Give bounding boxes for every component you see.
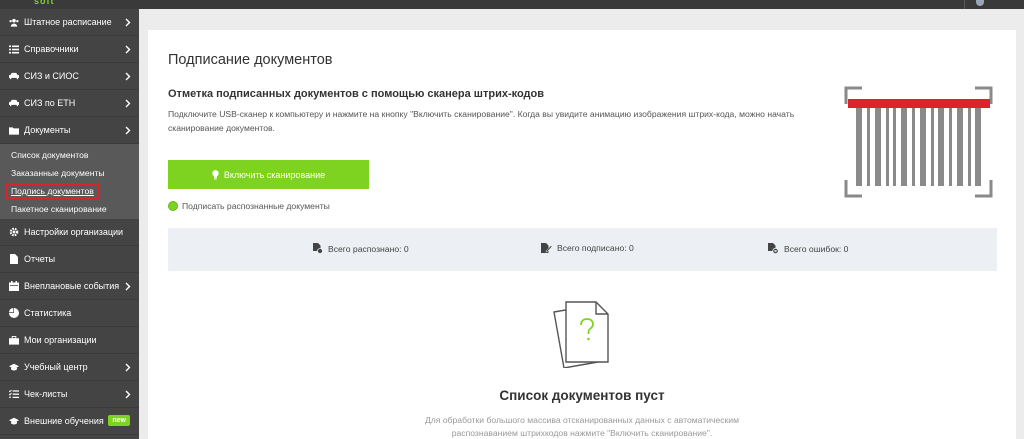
page-title: Подписание документов <box>168 52 333 68</box>
topbar-divider <box>964 0 965 9</box>
sign-recognized-checkbox[interactable] <box>168 201 178 211</box>
sidebar-item-label: Мои организации <box>24 335 97 345</box>
submenu-item-document-list[interactable]: Список документов <box>0 146 139 164</box>
submenu-item-batch-scanning[interactable]: Пакетное сканирование <box>0 200 139 218</box>
sidebar-item-label: СИЗ и СИОС <box>24 71 79 81</box>
new-badge: new <box>108 415 130 426</box>
sidebar-item-label: Внеплановые события <box>24 281 120 291</box>
stat-signed: Всего подписано: 0 <box>541 243 634 253</box>
sidebar-item-staff-schedule[interactable]: Штатное расписание <box>0 9 139 36</box>
sidebar-item-my-organizations[interactable]: Мои организации <box>0 327 139 354</box>
empty-state-description: Для обработки большого массива отсканиро… <box>424 415 740 438</box>
users-icon <box>9 17 19 27</box>
chevron-right-icon <box>123 124 133 136</box>
graduation-cap-icon <box>9 416 19 426</box>
sidebar-item-training-center[interactable]: Учебный центр <box>0 354 139 381</box>
stat-errors: Всего ошибок: 0 <box>768 243 848 254</box>
chevron-right-icon <box>123 361 133 373</box>
user-icon[interactable] <box>976 0 984 6</box>
list-icon <box>9 44 19 54</box>
document-search-icon <box>313 243 323 254</box>
chevron-right-icon <box>123 43 133 55</box>
sidebar-item-label: Учебный центр <box>24 362 88 372</box>
gear-icon <box>9 227 19 237</box>
section-title: Отметка подписанных документов с помощью… <box>168 88 545 100</box>
sidebar-item-label: Чек-листы <box>24 389 68 399</box>
sidebar: Штатное расписание Справочники СИЗ и СИО… <box>0 9 139 439</box>
chevron-right-icon <box>123 97 133 109</box>
document-icon <box>9 254 19 264</box>
sidebar-item-statistics[interactable]: Статистика <box>0 300 139 327</box>
document-error-icon <box>768 243 779 254</box>
sidebar-item-label: СИЗ по ЕТН <box>24 98 76 108</box>
graduation-cap-icon <box>9 362 19 372</box>
documents-submenu: Список документов Заказанные документы П… <box>0 144 139 219</box>
chevron-right-icon <box>123 280 133 292</box>
sidebar-item-label: Внешние обучения <box>24 416 104 426</box>
checklist-icon <box>9 389 19 399</box>
sidebar-item-siz-etn[interactable]: СИЗ по ЕТН <box>0 90 139 117</box>
sidebar-item-documents[interactable]: Документы <box>0 117 139 144</box>
sidebar-item-org-settings[interactable]: Настройки организации <box>0 219 139 246</box>
sidebar-item-label: Статистика <box>24 308 72 318</box>
calendar-icon <box>9 281 19 291</box>
car-icon <box>9 71 19 81</box>
sidebar-item-checklists[interactable]: Чек-листы <box>0 381 139 408</box>
submenu-item-ordered-documents[interactable]: Заказанные документы <box>0 164 139 182</box>
sign-recognized-label: Подписать распознанные документы <box>182 201 330 211</box>
sidebar-item-label: Документы <box>24 125 71 135</box>
sidebar-item-unplanned-events[interactable]: Внеплановые события <box>0 273 139 300</box>
sidebar-item-label: Штатное расписание <box>24 17 112 27</box>
main-card: Подписание документов Отметка подписанны… <box>148 30 1016 439</box>
empty-state-title: Список документов пуст <box>499 388 665 403</box>
sidebar-item-label: Справочники <box>24 44 79 54</box>
lightbulb-icon <box>212 169 219 180</box>
sign-recognized-toggle-row[interactable]: Подписать распознанные документы <box>168 201 330 211</box>
sidebar-item-references[interactable]: Справочники <box>0 36 139 63</box>
document-signed-icon <box>541 243 552 253</box>
pie-chart-icon <box>9 308 19 318</box>
enable-scanning-button[interactable]: Включить сканирование <box>168 160 369 189</box>
top-bar: soft <box>0 0 1024 9</box>
stat-recognized: Всего распознано: 0 <box>313 243 409 254</box>
sidebar-item-siz-sios[interactable]: СИЗ и СИОС <box>0 63 139 90</box>
briefcase-icon <box>9 335 19 345</box>
submenu-item-sign-documents[interactable]: Подпись документов <box>0 182 139 200</box>
sidebar-item-label: Настройки организации <box>24 227 124 237</box>
chevron-right-icon <box>123 388 133 400</box>
enable-scanning-label: Включить сканирование <box>223 169 326 180</box>
barcode-scanner-icon <box>844 86 993 198</box>
car-icon <box>9 98 19 108</box>
chevron-right-icon <box>123 70 133 82</box>
folder-icon <box>9 125 19 135</box>
instructions-text: Подключите USB-сканер к компьютеру и наж… <box>168 109 795 133</box>
sidebar-item-reports[interactable]: Отчеты <box>0 246 139 273</box>
sidebar-item-label: Отчеты <box>24 254 56 264</box>
sidebar-item-external-training[interactable]: Внешние обучения new <box>0 408 139 435</box>
app-logo[interactable]: soft <box>34 0 55 6</box>
chevron-right-icon <box>123 16 133 28</box>
scan-stats-bar: Всего распознано: 0 Всего подписано: 0 В… <box>168 228 997 271</box>
empty-documents-icon <box>553 301 609 368</box>
